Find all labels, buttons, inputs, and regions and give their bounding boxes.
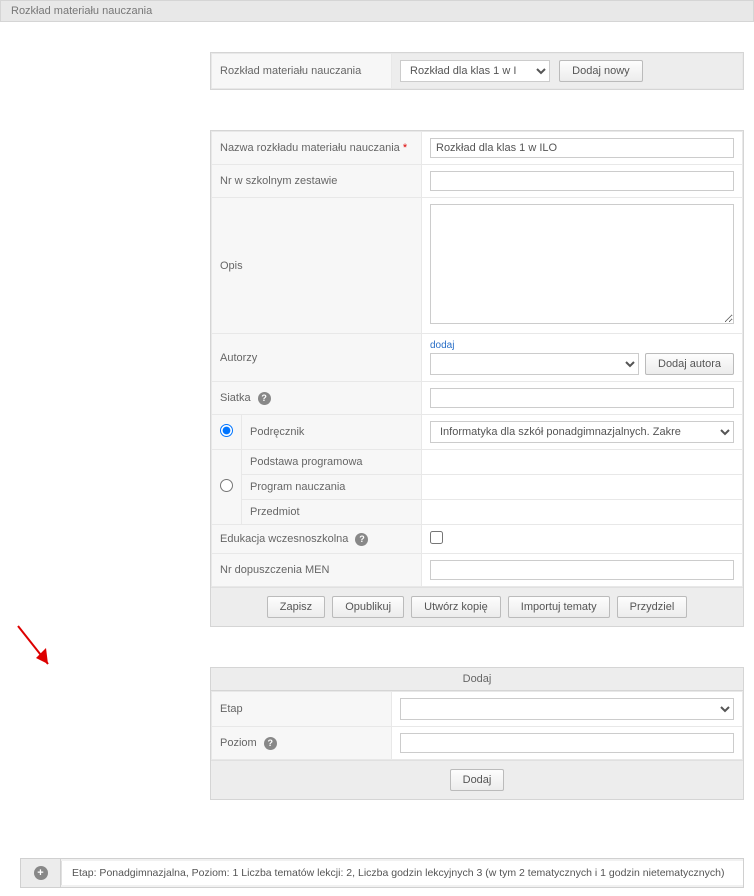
stage-select[interactable]: [400, 698, 734, 720]
teaching-program-label: Program nauczania: [242, 475, 422, 500]
main-form-panel: Nazwa rozkładu materiału nauczania * Nr …: [210, 130, 744, 627]
men-number-input[interactable]: [430, 560, 734, 580]
author-select[interactable]: [430, 353, 639, 375]
description-textarea[interactable]: [430, 204, 734, 324]
textbook-select[interactable]: Informatyka dla szkół ponadgimnazjalnych…: [430, 421, 734, 443]
name-input[interactable]: [430, 138, 734, 158]
stage-label: Etap: [212, 692, 392, 727]
publish-button[interactable]: Opublikuj: [332, 596, 404, 618]
help-icon[interactable]: ?: [355, 533, 368, 546]
add-action-bar: Dodaj: [211, 760, 743, 799]
help-icon[interactable]: ?: [258, 392, 271, 405]
save-button[interactable]: Zapisz: [267, 596, 325, 618]
program-group-radio[interactable]: [220, 479, 233, 492]
name-label: Nazwa rozkładu materiału nauczania *: [212, 132, 422, 165]
set-number-label: Nr w szkolnym zestawie: [212, 165, 422, 198]
level-input[interactable]: [400, 733, 734, 753]
import-topics-button[interactable]: Importuj tematy: [508, 596, 610, 618]
textbook-radio[interactable]: [220, 424, 233, 437]
description-label: Opis: [212, 198, 422, 334]
stage-summary-row: + Etap: Ponadgimnazjalna, Poziom: 1 Licz…: [20, 858, 744, 888]
stage-summary-text: Etap: Ponadgimnazjalna, Poziom: 1 Liczba…: [61, 861, 743, 885]
add-author-button[interactable]: Dodaj autora: [645, 353, 734, 375]
authors-label: Autorzy: [212, 334, 422, 382]
subject-label: Przedmiot: [242, 500, 422, 525]
action-bar: Zapisz Opublikuj Utwórz kopię Importuj t…: [211, 587, 743, 626]
add-button[interactable]: Dodaj: [450, 769, 505, 791]
add-panel: Dodaj Etap Poziom ? Dodaj: [210, 667, 744, 800]
early-education-label: Edukacja wczesnoszkolna ?: [212, 525, 422, 554]
men-number-label: Nr dopuszczenia MEN: [212, 554, 422, 587]
level-label: Poziom ?: [212, 727, 392, 760]
textbook-label: Podręcznik: [242, 415, 422, 450]
distribution-label: Rozkład materiału nauczania: [212, 54, 392, 89]
grid-label: Siatka ?: [212, 382, 422, 415]
set-number-input[interactable]: [430, 171, 734, 191]
authors-add-link[interactable]: dodaj: [430, 340, 734, 351]
create-copy-button[interactable]: Utwórz kopię: [411, 596, 501, 618]
add-new-button[interactable]: Dodaj nowy: [559, 60, 642, 82]
early-education-checkbox[interactable]: [430, 531, 443, 544]
plus-icon: +: [34, 866, 48, 880]
help-icon[interactable]: ?: [264, 737, 277, 750]
expand-toggle[interactable]: +: [21, 859, 61, 887]
core-curriculum-label: Podstawa programowa: [242, 450, 422, 475]
add-panel-title: Dodaj: [211, 668, 743, 691]
distribution-selector-panel: Rozkład materiału nauczania Rozkład dla …: [210, 52, 744, 90]
distribution-select[interactable]: Rozkład dla klas 1 w I: [400, 60, 550, 82]
assign-button[interactable]: Przydziel: [617, 596, 688, 618]
grid-input[interactable]: [430, 388, 734, 408]
page-header: Rozkład materiału nauczania: [0, 0, 754, 22]
